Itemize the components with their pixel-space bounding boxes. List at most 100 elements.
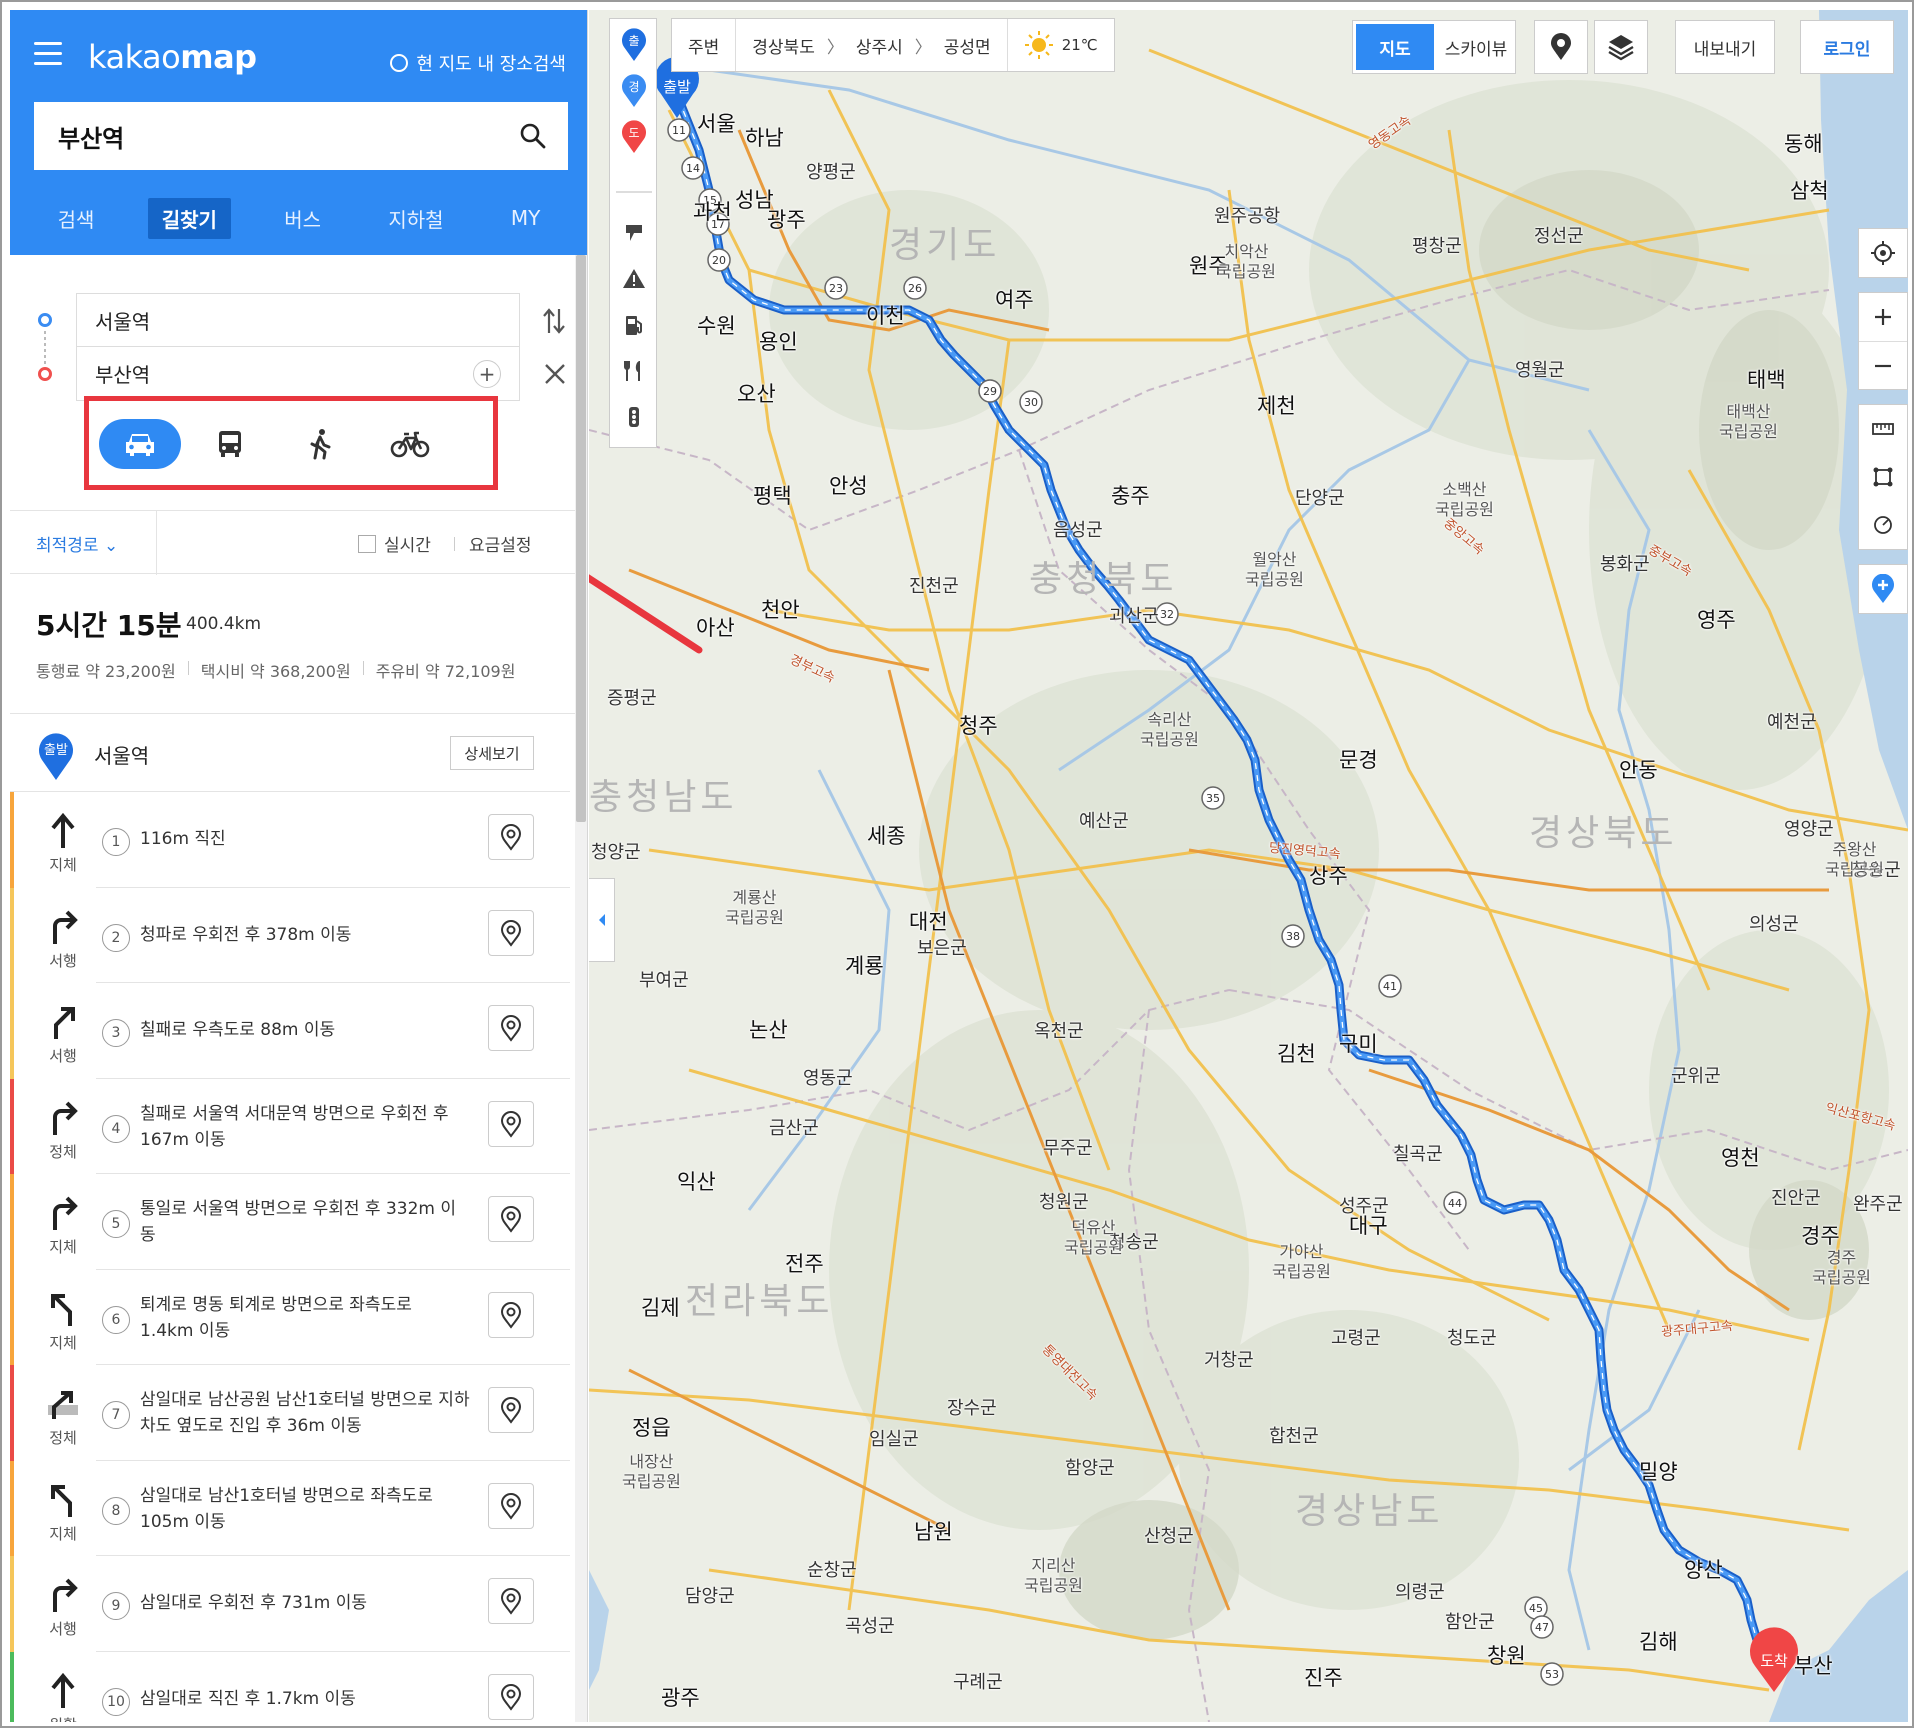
county-label[interactable]: 고령군 bbox=[1331, 1324, 1381, 1350]
city-label[interactable]: 정읍 bbox=[632, 1412, 671, 1442]
search-input[interactable] bbox=[34, 102, 498, 170]
county-label[interactable]: 의령군 bbox=[1395, 1578, 1445, 1604]
city-label[interactable]: 영천 bbox=[1721, 1142, 1760, 1172]
county-label[interactable]: 합천군 bbox=[1269, 1422, 1319, 1448]
national-park-label[interactable]: 속리산 국립공원 bbox=[1140, 710, 1199, 750]
radius-button[interactable] bbox=[1859, 501, 1907, 549]
county-label[interactable]: 담양군 bbox=[685, 1582, 735, 1608]
city-label[interactable]: 안동 bbox=[1619, 754, 1658, 784]
add-waypoint-button[interactable]: + bbox=[473, 360, 501, 388]
city-label[interactable]: 남원 bbox=[914, 1516, 953, 1546]
route-type-dropdown[interactable]: 최적경로 ⌄ bbox=[36, 531, 118, 556]
swap-icon[interactable] bbox=[540, 305, 568, 337]
view-step-on-map-button[interactable] bbox=[488, 1387, 534, 1433]
county-label[interactable]: 영월군 bbox=[1515, 356, 1565, 382]
layers-button[interactable] bbox=[1594, 20, 1648, 74]
city-label[interactable]: 세종 bbox=[867, 820, 906, 850]
county-label[interactable]: 의성군 bbox=[1749, 910, 1799, 936]
close-icon[interactable] bbox=[542, 361, 568, 387]
national-park-label[interactable]: 지리산 국립공원 bbox=[1024, 1556, 1083, 1596]
tab-search[interactable]: 검색 bbox=[44, 198, 109, 239]
route-step[interactable]: 지체 6 퇴계로 명동 퇴계로 방면으로 좌측도로 1.4km 이동 bbox=[10, 1269, 570, 1365]
county-label[interactable]: 성주군 bbox=[1339, 1192, 1389, 1218]
road-view-button[interactable] bbox=[610, 211, 658, 255]
city-label[interactable]: 아산 bbox=[696, 612, 735, 642]
view-step-on-map-button[interactable] bbox=[488, 1482, 534, 1529]
fee-setting-button[interactable]: 요금설정 bbox=[469, 531, 532, 556]
breadcrumb-province[interactable]: 경상북도 bbox=[752, 33, 815, 58]
county-label[interactable]: 함양군 bbox=[1065, 1454, 1115, 1480]
province-label[interactable]: 충청남도 bbox=[589, 768, 737, 820]
national-park-label[interactable]: 치악산 국립공원 bbox=[1217, 242, 1276, 282]
route-step[interactable]: 지체 5 통일로 서울역 방면으로 우회전 후 332m 이동 bbox=[10, 1174, 570, 1270]
national-park-label[interactable]: 월악산 국립공원 bbox=[1245, 550, 1304, 590]
county-label[interactable]: 금산군 bbox=[769, 1114, 819, 1140]
route-step[interactable]: 서행 9 삼일대로 우회전 후 731m 이동 bbox=[10, 1556, 570, 1652]
export-button[interactable]: 내보내기 bbox=[1675, 20, 1775, 74]
mode-bus-button[interactable] bbox=[189, 419, 271, 469]
city-label[interactable]: 하남 bbox=[745, 122, 784, 152]
county-label[interactable]: 옥천군 bbox=[1034, 1017, 1084, 1043]
view-step-on-map-button[interactable] bbox=[488, 1291, 534, 1338]
city-label[interactable]: 여주 bbox=[995, 284, 1034, 314]
breadcrumb-district[interactable]: 공성면 bbox=[944, 33, 991, 58]
start-pin-button[interactable]: 출 bbox=[610, 23, 658, 67]
realtime-checkbox[interactable]: 실시간 bbox=[358, 531, 431, 556]
national-park-label[interactable]: 경주 국립공원 bbox=[1812, 1248, 1871, 1288]
county-label[interactable]: 괴산군 bbox=[1109, 602, 1159, 628]
detail-view-button[interactable]: 상세보기 bbox=[450, 736, 534, 770]
county-label[interactable]: 청원군 bbox=[1039, 1188, 1089, 1214]
county-label[interactable]: 산청군 bbox=[1144, 1522, 1194, 1548]
weather[interactable]: 21℃ bbox=[1008, 19, 1114, 71]
city-label[interactable]: 제천 bbox=[1257, 390, 1296, 420]
national-park-label[interactable]: 계룡산 국립공원 bbox=[725, 888, 784, 928]
route-step[interactable]: 지체 8 삼일대로 남산1호터널 방면으로 좌측도로 105m 이동 bbox=[10, 1460, 570, 1556]
city-label[interactable]: 논산 bbox=[749, 1014, 788, 1044]
tab-directions[interactable]: 길찾기 bbox=[147, 197, 231, 239]
panel-scrollbar[interactable] bbox=[575, 255, 587, 1722]
incident-button[interactable] bbox=[610, 257, 658, 301]
city-label[interactable]: 문경 bbox=[1339, 744, 1378, 774]
route-step[interactable]: 원활 10 삼일대로 직진 후 1.7km 이동 bbox=[10, 1651, 570, 1722]
roadview-toggle-button[interactable] bbox=[1534, 20, 1588, 74]
city-label[interactable]: 부산 bbox=[1794, 1650, 1833, 1680]
city-label[interactable]: 태백 bbox=[1747, 364, 1786, 394]
city-label[interactable]: 안성 bbox=[829, 470, 868, 500]
county-label[interactable]: 군위군 bbox=[1671, 1062, 1721, 1088]
view-step-on-map-button[interactable] bbox=[488, 1578, 534, 1624]
route-step[interactable]: 서행 3 칠패로 우측도로 88m 이동 bbox=[10, 983, 570, 1079]
county-label[interactable]: 예산군 bbox=[1079, 807, 1129, 833]
county-label[interactable]: 진안군 bbox=[1771, 1184, 1821, 1210]
city-label[interactable]: 김해 bbox=[1639, 1626, 1678, 1656]
route-step[interactable]: 정체 4 칠패로 서울역 서대문역 방면으로 우회전 후 167m 이동 bbox=[10, 1078, 570, 1174]
county-label[interactable]: 영양군 bbox=[1784, 815, 1834, 841]
city-label[interactable]: 대전 bbox=[909, 906, 948, 936]
province-label[interactable]: 전라북도 bbox=[685, 1272, 833, 1324]
county-label[interactable]: 함안군 bbox=[1445, 1608, 1495, 1634]
city-label[interactable]: 전주 bbox=[785, 1248, 824, 1278]
city-label[interactable]: 서울 bbox=[697, 108, 736, 138]
national-park-label[interactable]: 소백산 국립공원 bbox=[1435, 480, 1494, 520]
tab-subway[interactable]: 지하철 bbox=[374, 198, 457, 239]
county-label[interactable]: 청양군 bbox=[591, 838, 641, 864]
city-label[interactable]: 청주 bbox=[959, 710, 998, 740]
county-label[interactable]: 부여군 bbox=[639, 966, 689, 992]
county-label[interactable]: 칠곡군 bbox=[1393, 1140, 1443, 1166]
kakaomap-logo[interactable]: kakaomap bbox=[88, 38, 257, 76]
end-input[interactable]: 부산역 + bbox=[76, 347, 520, 401]
county-label[interactable]: 봉화군 bbox=[1600, 550, 1650, 576]
city-label[interactable]: 양산 bbox=[1684, 1554, 1723, 1584]
province-label[interactable]: 충청북도 bbox=[1029, 550, 1177, 602]
city-label[interactable]: 익산 bbox=[677, 1166, 716, 1196]
tab-my[interactable]: MY bbox=[497, 200, 554, 236]
city-label[interactable]: 과천 bbox=[693, 196, 732, 226]
county-label[interactable]: 거창군 bbox=[1204, 1346, 1254, 1372]
city-label[interactable]: 진주 bbox=[1304, 1662, 1343, 1692]
city-label[interactable]: 이천 bbox=[866, 300, 905, 330]
national-park-label[interactable]: 덕유산 국립공원 bbox=[1064, 1218, 1123, 1258]
county-label[interactable]: 정선군 bbox=[1534, 222, 1584, 248]
view-step-on-map-button[interactable] bbox=[488, 1196, 534, 1242]
skyview-button[interactable]: 스카이뷰 bbox=[1437, 21, 1515, 73]
mode-walk-button[interactable] bbox=[279, 419, 361, 469]
national-park-label[interactable]: 가야산 국립공원 bbox=[1272, 1242, 1331, 1282]
